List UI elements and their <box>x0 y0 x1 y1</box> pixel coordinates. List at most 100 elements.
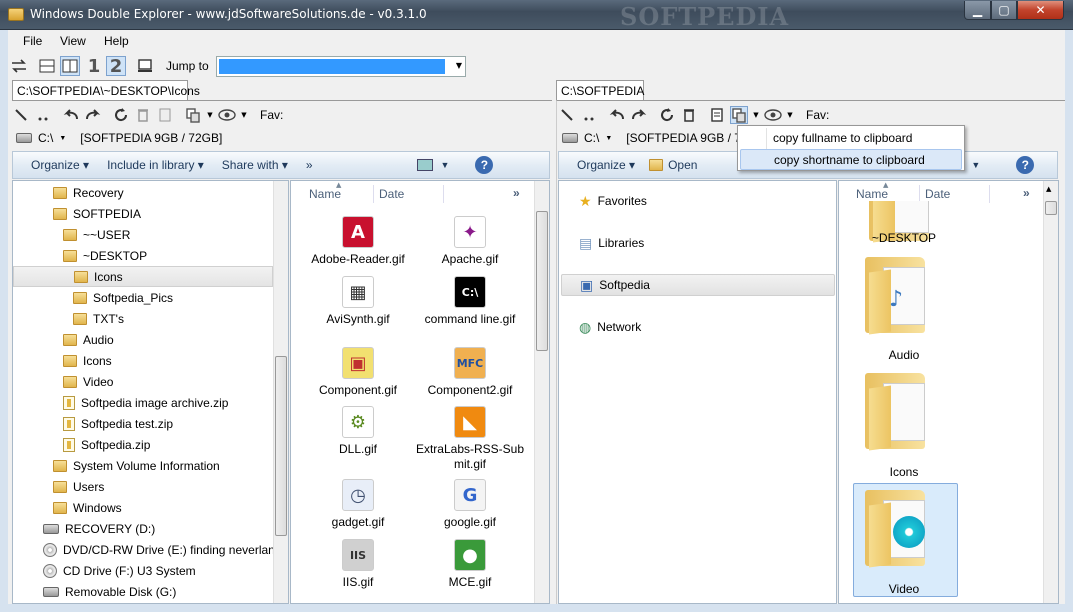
right-drive-selector[interactable]: C:\ <box>584 131 599 145</box>
more-columns-button[interactable]: » <box>513 186 520 200</box>
tree-item[interactable]: ~DESKTOP <box>13 245 273 266</box>
chevron-down-icon[interactable]: ▼ <box>441 160 450 170</box>
scrollbar-thumb[interactable] <box>275 356 287 536</box>
tree-item[interactable]: CD Drive (F:) U3 System <box>13 560 273 581</box>
back-arrow-icon[interactable] <box>608 106 626 124</box>
right-organize-button[interactable]: Organize ▾ <box>577 158 635 172</box>
folder-item-selected[interactable] <box>857 486 953 582</box>
forward-arrow-icon[interactable] <box>630 106 648 124</box>
view-eye-icon[interactable] <box>764 106 782 124</box>
file-item[interactable]: ● MCE.gif <box>415 539 525 590</box>
copy-dropdown-icon[interactable]: ▼ <box>206 106 214 124</box>
nav-item[interactable]: ◍ Network <box>561 316 835 338</box>
view-dropdown-icon[interactable]: ▼ <box>786 106 794 124</box>
scroll-up-icon[interactable]: ▲ <box>1046 185 1051 193</box>
help-icon[interactable]: ? <box>475 156 494 174</box>
parent-folder-icon[interactable] <box>580 106 598 124</box>
jump-to-combobox[interactable]: ▼ <box>216 56 466 77</box>
properties-icon[interactable] <box>156 106 174 124</box>
tree-item[interactable]: Users <box>13 476 273 497</box>
tree-item[interactable]: Softpedia image archive.zip <box>13 392 273 413</box>
file-item[interactable]: IIS IIS.gif <box>303 539 413 590</box>
file-item[interactable]: Ggoogle.gif <box>415 479 525 530</box>
tree-item[interactable]: Icons <box>13 266 273 287</box>
tree-item[interactable]: Icons <box>13 350 273 371</box>
tree-item[interactable]: Softpedia_Pics <box>13 287 273 308</box>
view-options-icon[interactable] <box>416 159 433 171</box>
single-pane-button[interactable]: 1 <box>84 56 104 77</box>
files-scrollbar[interactable] <box>534 181 549 603</box>
chevron-down-icon[interactable]: ▼ <box>605 135 612 142</box>
delete-icon[interactable] <box>680 106 698 124</box>
tree-item[interactable]: SOFTPEDIA <box>13 203 273 224</box>
file-item[interactable]: ✦ Apache.gif <box>415 216 525 267</box>
vertical-split-icon[interactable] <box>60 56 80 76</box>
back-arrow-icon[interactable] <box>62 106 80 124</box>
tree-item[interactable]: Audio <box>13 329 273 350</box>
right-path-tab[interactable]: C:\SOFTPEDIA <box>556 80 644 100</box>
folder-item[interactable] <box>857 367 953 463</box>
file-item[interactable]: ◷ gadget.gif <box>303 479 413 530</box>
tree-item[interactable]: ~~USER <box>13 224 273 245</box>
file-item[interactable]: C:\ command line.gif <box>415 276 525 327</box>
tree-item[interactable]: RECOVERY (D:) <box>13 518 273 539</box>
tree-item[interactable]: Video <box>13 371 273 392</box>
parent-folder-icon[interactable] <box>34 106 52 124</box>
tree-item[interactable]: Windows <box>13 497 273 518</box>
tree-item[interactable]: Recovery <box>13 182 273 203</box>
include-in-library-button[interactable]: Include in library ▾ <box>107 158 204 172</box>
nav-item[interactable]: ▤ Libraries <box>561 232 835 254</box>
scrollbar-thumb[interactable] <box>536 211 548 351</box>
left-path-tab[interactable]: C:\SOFTPEDIA\~DESKTOP\Icons <box>12 80 200 100</box>
column-header-name[interactable]: Name <box>309 187 341 201</box>
chevron-down-icon[interactable]: ▼ <box>59 135 66 142</box>
file-item[interactable]: ◣ ExtraLabs-RSS-Submit.gif <box>415 406 525 472</box>
delete-icon[interactable] <box>134 106 152 124</box>
open-button[interactable]: Open <box>649 158 697 172</box>
refresh-icon[interactable] <box>112 106 130 124</box>
properties-icon[interactable] <box>708 106 726 124</box>
left-organize-button[interactable]: Organize ▾ <box>31 158 89 172</box>
left-drive-selector[interactable]: C:\ <box>38 131 53 145</box>
maximize-button[interactable]: ▢ <box>991 1 1017 20</box>
chevron-down-icon[interactable]: ▼ <box>971 160 980 170</box>
horizontal-split-icon[interactable] <box>37 56 57 76</box>
forward-arrow-icon[interactable] <box>84 106 102 124</box>
tree-item[interactable]: TXT's <box>13 308 273 329</box>
folder-label[interactable]: Video <box>849 582 959 597</box>
refresh-icon[interactable] <box>658 106 676 124</box>
copy-icon[interactable] <box>730 106 748 124</box>
menu-help[interactable]: Help <box>104 34 129 52</box>
column-header-date[interactable]: Date <box>379 187 404 201</box>
folder-label[interactable]: ~DESKTOP <box>849 231 959 246</box>
more-commands-button[interactable]: » <box>306 158 313 172</box>
scrollbar-thumb[interactable] <box>1045 201 1057 215</box>
copy-icon[interactable] <box>184 106 202 124</box>
chevron-down-icon[interactable]: ▼ <box>456 61 462 70</box>
close-button[interactable]: ✕ <box>1017 1 1064 20</box>
folder-label[interactable]: Icons <box>849 465 959 480</box>
menu-file[interactable]: File <box>23 34 42 52</box>
tree-item[interactable]: System Volume Information <box>13 455 273 476</box>
nav-item[interactable]: ★ Favorites <box>561 190 835 212</box>
view-eye-icon[interactable] <box>218 106 236 124</box>
tree-item[interactable]: Softpedia.zip <box>13 434 273 455</box>
tree-item[interactable]: Removable Disk (G:) <box>13 581 273 602</box>
dual-pane-button[interactable]: 2 <box>106 56 126 77</box>
files-scrollbar[interactable]: ▲ <box>1043 181 1058 603</box>
share-with-button[interactable]: Share with ▾ <box>222 158 288 172</box>
tree-item[interactable]: Softpedia test.zip <box>13 413 273 434</box>
tree-item[interactable]: DVD/CD-RW Drive (E:) finding neverland <box>13 539 282 560</box>
tree-scrollbar[interactable] <box>273 181 288 603</box>
file-item[interactable]: ▣ Component.gif <box>303 347 413 398</box>
file-item[interactable]: A Adobe-Reader.gif <box>303 216 413 267</box>
menu-view[interactable]: View <box>60 34 86 52</box>
minimize-button[interactable]: ▁ <box>964 1 991 20</box>
file-item[interactable]: MFC Component2.gif <box>415 347 525 398</box>
column-header-date[interactable]: Date <box>925 187 950 201</box>
copy-shortname-menu-item[interactable]: copy shortname to clipboard <box>740 149 962 170</box>
view-dropdown-icon[interactable]: ▼ <box>240 106 248 124</box>
folder-label[interactable]: Audio <box>849 348 959 363</box>
nav-item[interactable]: ▣ Softpedia <box>561 274 835 296</box>
computer-icon[interactable] <box>135 56 155 76</box>
